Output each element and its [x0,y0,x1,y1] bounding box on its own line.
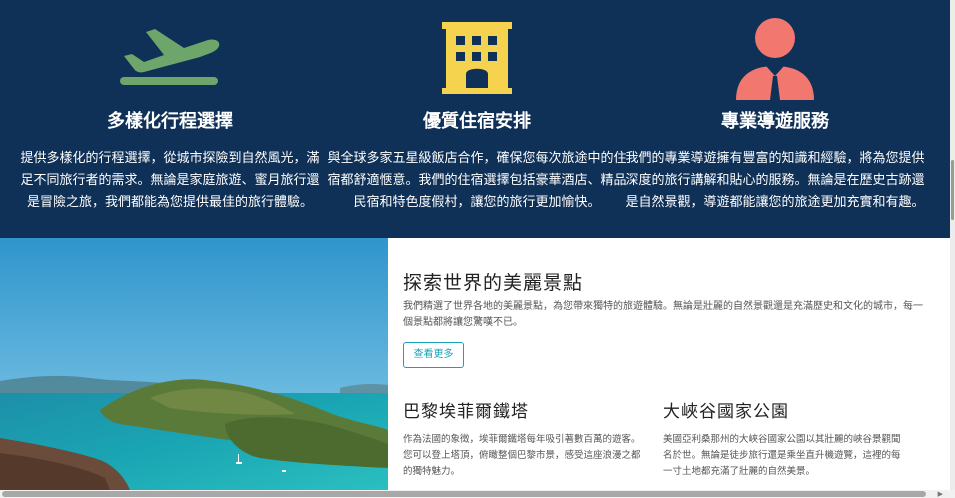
spot-description: 作為法國的象徵，埃菲爾鐵塔每年吸引著數百萬的遊客。您可以登上塔頂，俯瞰整個巴黎市… [403,434,641,477]
features-section: 多樣化行程選擇 提供多樣化的行程選擇，從城市探險到自然風光，滿足不同旅行者的需求… [0,0,955,238]
view-more-button[interactable]: 查看更多 [403,342,464,368]
horizontal-scrollbar-thumb[interactable] [2,491,926,497]
spot-description: 美國亞利桑那州的大峽谷國家公園以其壯麗的峽谷景觀聞名於世。無論是徒步旅行還是乘坐… [663,434,901,477]
hotel-icon [442,22,512,94]
feature-title: 多樣化行程選擇 [107,111,233,132]
scroll-right-arrow-icon[interactable]: ▶ [938,490,943,498]
vertical-scrollbar[interactable] [950,0,955,490]
feature-title: 優質住宿安排 [423,111,531,132]
spot-card-grand-canyon: 大峽谷國家公園 美國亞利桑那州的大峽谷國家公園以其壯麗的峽谷景觀聞名於世。無論是… [663,400,908,480]
feature-description: 與全球多家五星級飯店合作，確保您每次旅途中的住宿都舒適愜意。我們的住宿選擇包括豪… [327,151,627,210]
feature-description: 我們的專業導遊擁有豐富的知識和經驗，將為您提供深度的旅行講解和貼心的服務。無論是… [625,151,925,210]
section-title: 探索世界的美麗景點 [403,272,584,294]
feature-description: 提供多樣化的行程選擇，從城市探險到自然風光，滿足不同旅行者的需求。無論是家庭旅遊… [20,151,320,210]
spot-title: 巴黎埃菲爾鐵塔 [403,402,529,422]
feature-title: 專業導遊服務 [721,111,829,132]
tour-guide-icon [736,18,814,104]
explore-section: 探索世界的美麗景點 我們精選了世界各地的美麗景點，為您帶來獨特的旅遊體驗。無論是… [388,238,955,490]
vertical-scrollbar-thumb[interactable] [951,160,954,220]
island-bay-photo [0,238,388,490]
feature-accommodation: 優質住宿安排 與全球多家五星級飯店合作，確保您每次旅途中的住宿都舒適愜意。我們的… [322,0,632,214]
feature-itinerary: 多樣化行程選擇 提供多樣化的行程選擇，從城市探險到自然風光，滿足不同旅行者的需求… [15,0,325,214]
spot-card-paris: 巴黎埃菲爾鐵塔 作為法國的象徵，埃菲爾鐵塔每年吸引著數百萬的遊客。您可以登上塔頂… [403,400,648,480]
airplane-icon [120,29,220,85]
section-intro: 我們精選了世界各地的美麗景點，為您帶來獨特的旅遊體驗。無論是壯麗的自然景觀還是充… [403,301,923,328]
feature-guide: 專業導遊服務 我們的專業導遊擁有豐富的知識和經驗，將為您提供深度的旅行講解和貼心… [620,0,930,214]
horizontal-scrollbar[interactable]: ▶ [0,490,955,498]
spot-title: 大峽谷國家公園 [663,402,789,422]
